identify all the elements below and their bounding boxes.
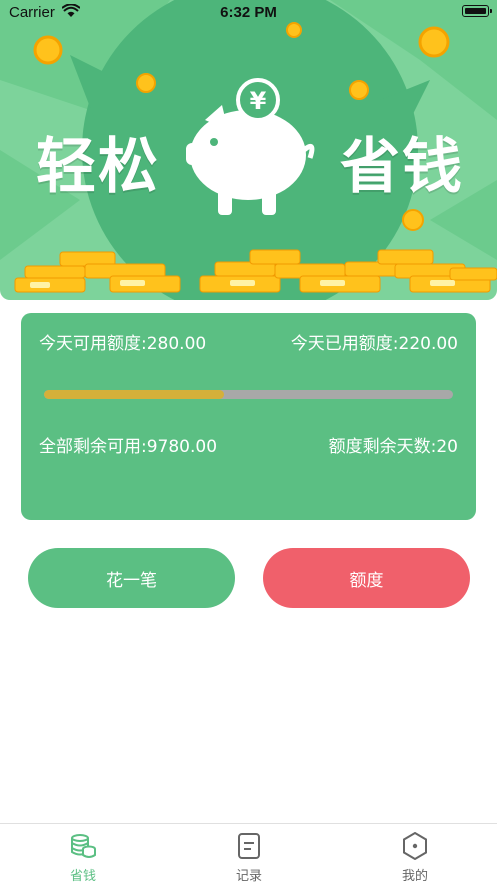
- quota-progress-bar: [44, 390, 453, 399]
- clock: 6:32 PM: [220, 4, 277, 21]
- tab-save-money[interactable]: 省钱: [0, 824, 166, 884]
- hexagon-icon: [403, 832, 427, 860]
- tab-save-money-label: 省钱: [69, 869, 96, 884]
- svg-text:¥: ¥: [250, 87, 267, 115]
- today-used-quota: 今天已用额度:220.00: [290, 334, 458, 354]
- tab-bar: 省钱 记录 我的: [0, 823, 497, 884]
- quota-progress-fill: [44, 390, 224, 399]
- battery-icon: [462, 5, 492, 17]
- remaining-days: 额度剩余天数:20: [328, 437, 458, 457]
- banner: ¥ 轻松 省钱: [0, 0, 497, 300]
- banner-slogan-right: 省钱: [340, 132, 464, 202]
- quota-button[interactable]: 额度: [263, 548, 470, 608]
- document-icon: [238, 833, 260, 859]
- tab-records-label: 记录: [235, 869, 262, 884]
- coins-stack-icon: [71, 834, 96, 858]
- total-remaining-quota: 全部剩余可用:9780.00: [39, 437, 218, 457]
- tab-records[interactable]: 记录: [166, 824, 332, 884]
- quota-card: 今天可用额度:280.00 今天已用额度:220.00 全部剩余可用:9780.…: [21, 313, 476, 520]
- tab-mine[interactable]: 我的: [332, 824, 497, 884]
- status-bar: Carrier 6:32 PM: [0, 0, 497, 26]
- banner-slogan-left: 轻松: [36, 132, 160, 202]
- today-available-quota: 今天可用额度:280.00: [39, 334, 207, 354]
- spend-button[interactable]: 花一笔: [28, 548, 235, 608]
- tab-mine-label: 我的: [401, 869, 428, 884]
